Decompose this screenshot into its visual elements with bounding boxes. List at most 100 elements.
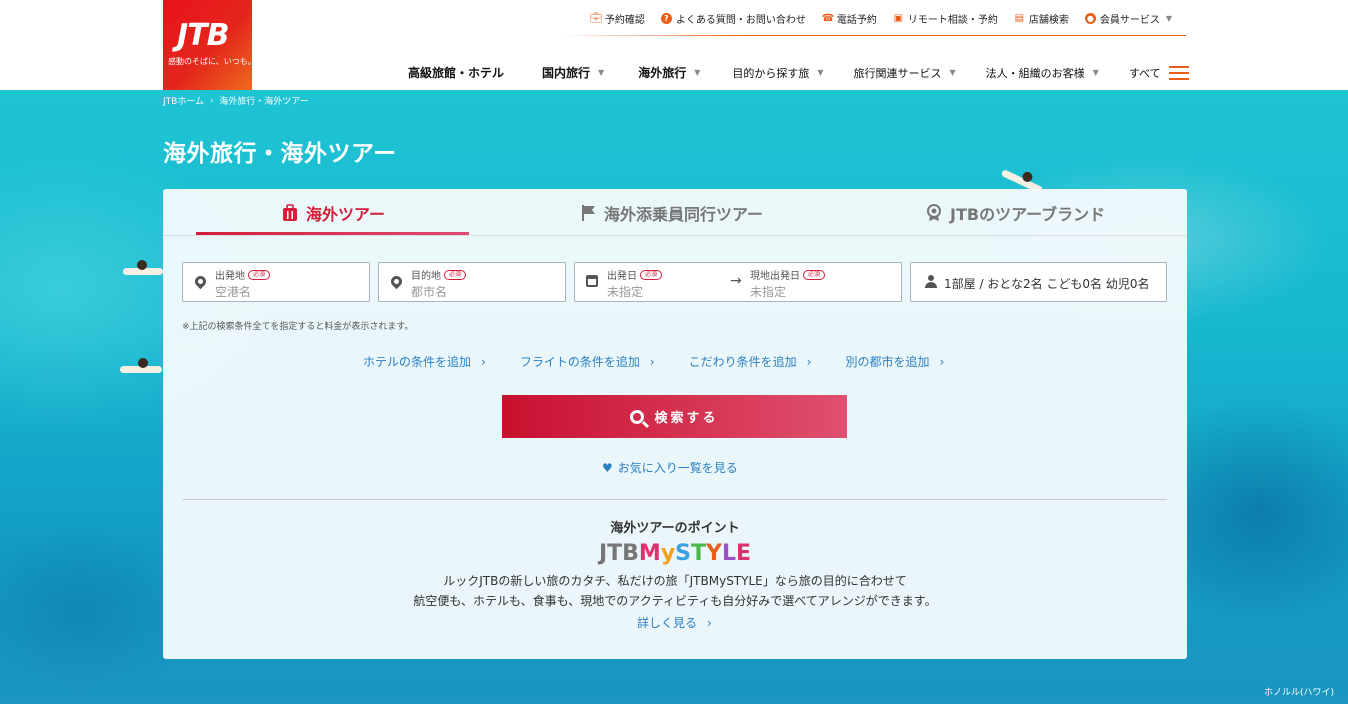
guests-field[interactable]: 1部屋 / おとな2名 こども0名 幼児0名 xyxy=(910,262,1167,302)
destination-field[interactable]: 目的地 必須 都市名 xyxy=(378,262,566,302)
add-city-link[interactable]: 別の都市を追加 › xyxy=(845,353,944,370)
field-label: 出発地 xyxy=(215,271,245,282)
logo-tagline: 感動のそばに、いつも。 xyxy=(168,57,256,66)
util-label: リモート相談・予約 xyxy=(907,15,998,26)
origin-label: 出発地 必須 xyxy=(215,267,271,282)
search-icon xyxy=(630,409,645,424)
desc-line: 航空便も、ホテルも、食事も、現地でのアクティビティも自分好みで選べてアレンジがで… xyxy=(413,594,937,608)
chevron-right-icon: › xyxy=(649,354,655,369)
add-flight-link[interactable]: フライトの条件を追加 › xyxy=(520,353,655,370)
breadcrumb: JTBホーム › 海外旅行・海外ツアー xyxy=(163,94,309,107)
origin-placeholder: 空港名 xyxy=(215,285,252,299)
util-reservation-check[interactable]: 💼︎ 予約確認 xyxy=(590,11,645,26)
nav-label: すべて xyxy=(1128,66,1161,80)
nav-all[interactable]: すべて xyxy=(1129,65,1189,81)
location-pin-icon xyxy=(192,273,209,290)
guests-value: 1部屋 / おとな2名 こども0名 幼児0名 xyxy=(944,277,1150,291)
destination-label: 目的地 必須 xyxy=(411,267,467,282)
field-label: 目的地 xyxy=(411,271,441,282)
location-pin-icon xyxy=(388,273,405,290)
chevron-right-icon: › xyxy=(707,615,712,630)
util-label: 予約確認 xyxy=(604,15,645,26)
util-faq[interactable]: ? よくある質問・お問い合わせ xyxy=(660,11,806,26)
nav-domestic[interactable]: 国内旅行 ▼ xyxy=(542,64,604,81)
suitcase-icon: 💼︎ xyxy=(589,13,603,24)
link-label: フライトの条件を追加 xyxy=(519,355,640,369)
util-store[interactable]: ▤ 店舗検索 xyxy=(1014,11,1069,26)
nav-label: 高級旅館・ホテル xyxy=(408,66,505,80)
required-badge: 必須 xyxy=(444,269,467,280)
chevron-down-icon: ▼ xyxy=(817,68,824,77)
breadcrumb-home[interactable]: JTBホーム xyxy=(163,94,204,107)
search-button[interactable]: 検索する xyxy=(502,395,847,438)
nav-label: 海外旅行 xyxy=(638,66,687,80)
heart-icon: ♥ xyxy=(602,460,613,475)
local-departure-label: 現地出発日 必須 xyxy=(750,267,826,282)
jtb-logo[interactable]: JTB 感動のそばに、いつも。 xyxy=(163,0,256,90)
nav-label: 旅行関連サービス xyxy=(853,66,942,80)
chevron-down-icon: ▼ xyxy=(598,68,605,77)
nav-luxury-hotels[interactable]: 高級旅館・ホテル xyxy=(408,64,504,81)
tab-overseas-tour[interactable]: 海外ツアー xyxy=(282,201,385,225)
luggage-icon xyxy=(283,204,297,221)
tab-tour-brands[interactable]: JTBのツアーブランド xyxy=(926,201,1105,225)
tab-label: 海外添乗員同行ツアー xyxy=(604,205,764,224)
nav-label: 法人・組織のお客様 xyxy=(985,66,1085,80)
field-label: 出発日 xyxy=(607,271,637,282)
details-link[interactable]: 詳しく見る › xyxy=(637,614,712,631)
required-badge: 必須 xyxy=(803,269,826,280)
link-label: 別の都市を追加 xyxy=(845,355,930,369)
departure-date-placeholder: 未指定 xyxy=(607,285,644,299)
link-label: ホテルの条件を追加 xyxy=(363,355,472,369)
nav-related-services[interactable]: 旅行関連サービス ▼ xyxy=(854,65,956,81)
site-header: JTB 感動のそばに、いつも。 💼︎ 予約確認 ? よくある質問・お問い合わせ … xyxy=(0,0,1348,90)
question-icon: ? xyxy=(660,13,672,24)
arrow-right-icon: → xyxy=(730,273,742,289)
person-icon xyxy=(925,275,937,289)
store-icon: ▤ xyxy=(1014,13,1025,24)
active-tab-indicator xyxy=(196,232,469,235)
surfer-image xyxy=(123,260,163,275)
utility-divider xyxy=(560,35,1186,36)
departure-date-label: 出発日 必須 xyxy=(607,267,663,282)
brand-logo-text: JTBMySTYLE xyxy=(598,541,752,566)
link-label: こだわり条件を追加 xyxy=(688,355,797,369)
section-divider xyxy=(182,499,1167,500)
user-icon: ● xyxy=(1084,13,1096,24)
chevron-right-icon: › xyxy=(939,354,945,369)
required-badge: 必須 xyxy=(248,269,271,280)
date-field[interactable]: 出発日 必須 未指定 → 現地出発日 必須 未指定 xyxy=(574,262,902,302)
tab-label: JTBのツアーブランド xyxy=(950,205,1106,224)
favorites-label: お気に入り一覧を見る xyxy=(617,461,738,475)
nav-overseas[interactable]: 海外旅行 ▼ xyxy=(638,64,700,81)
tab-bar: 海外ツアー 海外添乗員同行ツアー JTBのツアーブランド xyxy=(163,189,1187,236)
jtbmystyle-logo: JTBMySTYLE xyxy=(163,541,1187,566)
points-description: ルックJTBの新しい旅のカタチ、私だけの旅「JTBMySTYLE」なら旅の目的に… xyxy=(163,571,1187,611)
points-title: 海外ツアーのポイント xyxy=(610,521,740,536)
add-hotel-link[interactable]: ホテルの条件を追加 › xyxy=(363,353,486,370)
calendar-icon xyxy=(586,275,598,287)
logo-mark: JTB xyxy=(177,18,229,53)
util-member[interactable]: ● 会員サービス ▼ xyxy=(1084,11,1172,26)
tab-label: 海外ツアー xyxy=(306,205,386,224)
details-label: 詳しく見る xyxy=(637,616,698,630)
breadcrumb-current: 海外旅行・海外ツアー xyxy=(219,97,309,107)
add-preference-link[interactable]: こだわり条件を追加 › xyxy=(689,353,812,370)
util-label: 会員サービス xyxy=(1099,15,1160,26)
chevron-right-icon: › xyxy=(806,354,812,369)
add-condition-links: ホテルの条件を追加 › フライトの条件を追加 › こだわり条件を追加 › 別の都… xyxy=(363,353,944,370)
util-label: 電話予約 xyxy=(836,15,877,26)
util-phone[interactable]: ☎ 電話予約 xyxy=(822,11,877,26)
chevron-down-icon: ▼ xyxy=(694,68,701,77)
nav-label: 目的から探す旅 xyxy=(732,66,810,80)
util-remote[interactable]: ▣ リモート相談・予約 xyxy=(893,11,998,26)
required-badge: 必須 xyxy=(640,269,663,280)
favorites-link[interactable]: ♥ お気に入り一覧を見る xyxy=(602,459,738,476)
chevron-right-icon: › xyxy=(481,354,486,369)
photo-credit: ホノルル(ハワイ) xyxy=(1263,688,1334,698)
origin-field[interactable]: 出発地 必須 空港名 xyxy=(182,262,370,302)
nav-purpose[interactable]: 目的から探す旅 ▼ xyxy=(732,65,823,81)
nav-label: 国内旅行 xyxy=(542,66,591,80)
nav-corporate[interactable]: 法人・組織のお客様 ▼ xyxy=(986,65,1099,81)
tab-escorted-tour[interactable]: 海外添乗員同行ツアー xyxy=(580,201,763,225)
